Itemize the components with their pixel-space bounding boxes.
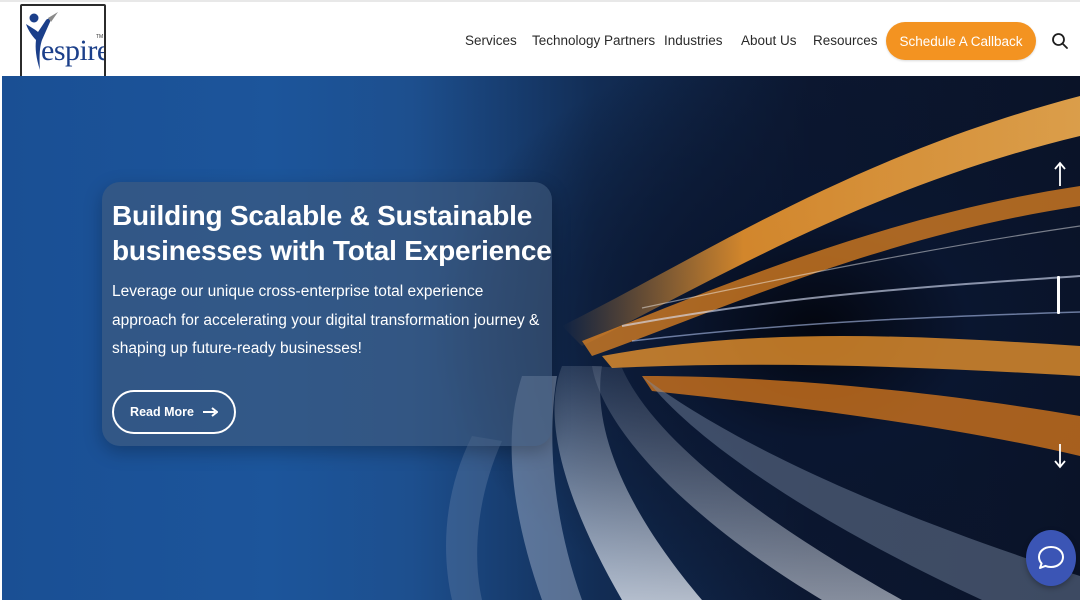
search-icon[interactable] [1050,31,1070,51]
espire-logo[interactable]: espire TM [20,4,106,79]
hero-title: Building Scalable & Sustainable business… [112,200,552,266]
slide-indicator[interactable] [1057,276,1060,314]
logo-trademark: TM [96,34,104,40]
nav-resources[interactable]: Resources [813,32,878,50]
schedule-callback-button[interactable]: Schedule A Callback [886,22,1036,60]
chat-bubble-icon[interactable] [1026,530,1076,586]
nav-services[interactable]: Services [465,32,517,50]
nav-about-us[interactable]: About Us [741,32,797,50]
logo-wordmark: espire [41,34,106,67]
hero-banner: Building Scalable & Sustainable business… [2,76,1080,600]
nav-industries[interactable]: Industries [664,32,723,50]
nav-technology-partners[interactable]: Technology Partners [532,32,655,50]
read-more-label: Read More [130,405,194,419]
hero-content-card: Building Scalable & Sustainable business… [102,182,552,446]
arrow-down-icon[interactable] [1050,440,1070,470]
arrow-right-icon [202,407,218,417]
hero-description: Leverage our unique cross-enterprise tot… [112,283,540,357]
site-header: espire TM Services Technology Partners I… [0,0,1080,79]
arrow-up-icon[interactable] [1050,160,1070,190]
read-more-button[interactable]: Read More [112,390,236,434]
